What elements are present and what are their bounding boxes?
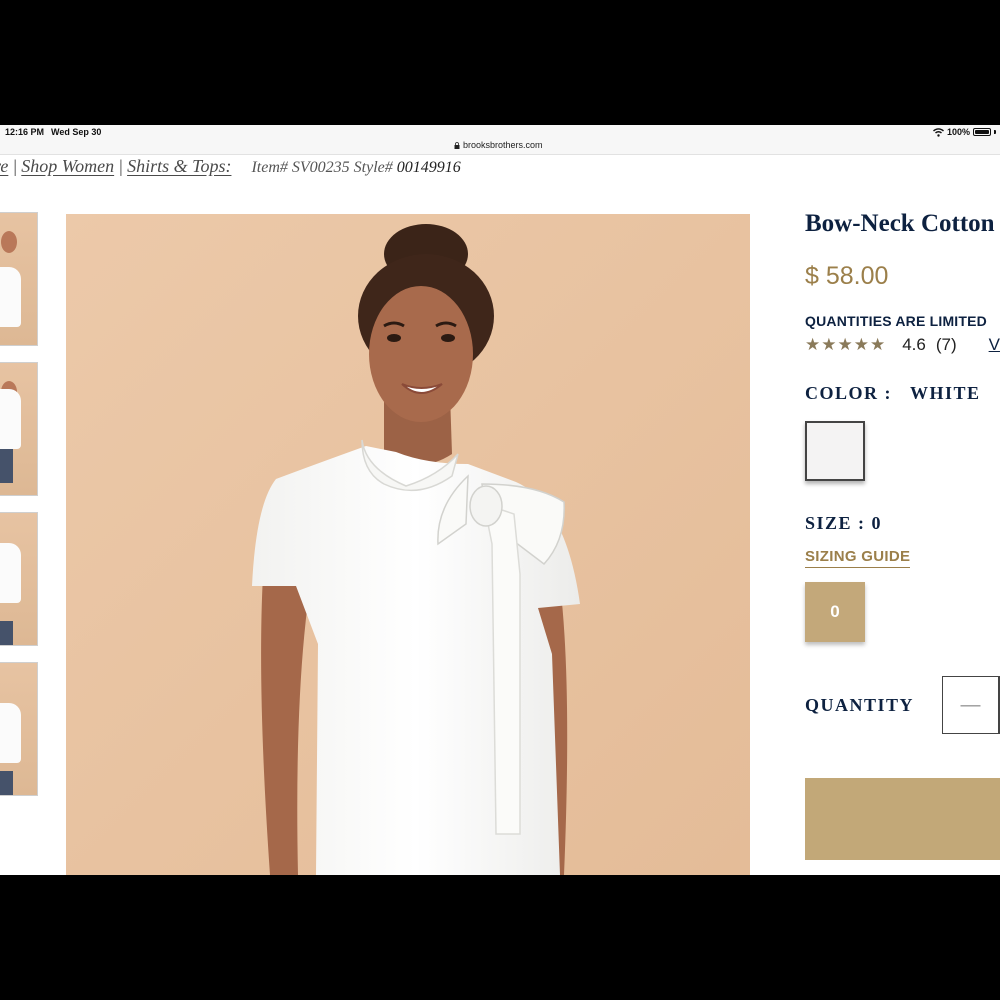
- breadcrumb-separator: |: [12, 156, 18, 176]
- product-price: $ 58.00: [805, 262, 889, 290]
- thumbnail-pants: [0, 771, 13, 795]
- thumbnail-strip: [0, 212, 38, 812]
- thumbnail-shirt: [0, 543, 21, 603]
- thumbnail-4[interactable]: [0, 662, 38, 796]
- star-icon: ★★★★★: [805, 335, 887, 354]
- lock-icon: [454, 141, 460, 149]
- thumbnail-2[interactable]: [0, 362, 38, 496]
- rating-row: ★★★★★ 4.6 (7) V: [805, 335, 1000, 355]
- thumbnail-1[interactable]: [0, 212, 38, 346]
- item-prefix: Item#: [251, 159, 288, 176]
- style-prefix: Style#: [353, 159, 393, 176]
- product-title: Bow-Neck Cotton: [805, 210, 995, 237]
- thumbnail-face: [1, 231, 17, 253]
- product-main-image[interactable]: [66, 214, 750, 875]
- ipad-screen: 12:16 PM Wed Sep 30 brooksbrothers.com 1…: [0, 125, 1000, 875]
- thumbnail-pants: [0, 621, 13, 645]
- quantity-row: QUANTITY —: [805, 676, 1000, 734]
- style-number: 00149916: [396, 159, 461, 176]
- breadcrumb-link-shop-women[interactable]: Shop Women: [21, 156, 114, 177]
- address-url: brooksbrothers.com: [463, 140, 543, 150]
- quantity-label: QUANTITY: [805, 694, 915, 715]
- thumbnail-pants: [0, 449, 13, 483]
- breadcrumb-separator: |: [118, 156, 124, 176]
- status-right: 100%: [932, 127, 996, 137]
- thumbnail-shirt: [0, 267, 21, 327]
- breadcrumb-link-shirts-tops[interactable]: Shirts & Tops:: [127, 156, 231, 177]
- item-code: Item# SV00235 Style# 00149916: [251, 159, 460, 177]
- thumbnail-shirt: [0, 703, 21, 763]
- color-label-row: COLOR : WHITE: [805, 383, 1000, 404]
- add-to-bag-button[interactable]: [805, 778, 1000, 860]
- quantity-notice: QUANTITIES ARE LIMITED: [805, 313, 987, 329]
- size-label: SIZE : 0: [805, 513, 883, 533]
- rating-value: 4.6: [902, 335, 926, 354]
- status-bar: 12:16 PM Wed Sep 30 brooksbrothers.com 1…: [0, 125, 1000, 155]
- product-info-panel: Bow-Neck Cotton $ 58.00 QUANTITIES ARE L…: [805, 210, 1000, 734]
- view-reviews-link[interactable]: V: [989, 335, 1000, 355]
- breadcrumb-link-store[interactable]: re: [0, 156, 8, 177]
- battery-icon: [973, 128, 991, 136]
- thumbnail-shirt: [0, 389, 21, 449]
- status-time: 12:16 PM: [5, 127, 45, 137]
- size-option-0[interactable]: 0: [805, 582, 865, 642]
- quantity-decrease-button[interactable]: —: [942, 676, 1000, 734]
- review-count[interactable]: (7): [936, 335, 957, 355]
- model-illustration: [66, 214, 750, 875]
- color-swatch-white[interactable]: [805, 421, 865, 481]
- breadcrumb: re | Shop Women | Shirts & Tops: Item# S…: [0, 156, 461, 180]
- item-number: SV00235: [291, 159, 350, 176]
- battery-percent: 100%: [946, 127, 970, 137]
- wifi-icon: [932, 127, 944, 137]
- battery-nub: [994, 130, 996, 134]
- color-label: COLOR :: [805, 383, 892, 403]
- address-bar[interactable]: brooksbrothers.com: [454, 140, 543, 150]
- thumbnail-3[interactable]: [0, 512, 38, 646]
- color-value: WHITE: [910, 383, 981, 403]
- status-date: Wed Sep 30: [51, 127, 102, 137]
- sizing-guide-link[interactable]: SIZING GUIDE: [805, 548, 911, 568]
